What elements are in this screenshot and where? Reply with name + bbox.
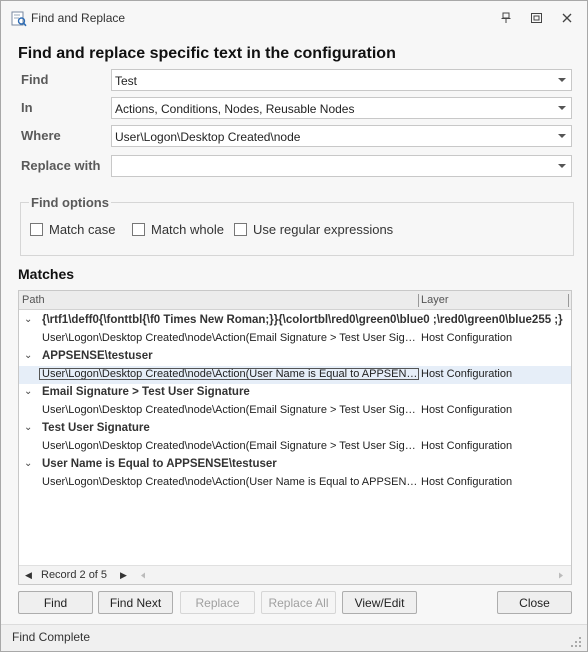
status-text: Find Complete [12,630,91,644]
match-whole-checkbox[interactable]: Match whole [132,222,224,237]
chevron-down-icon[interactable]: ⌄ [24,458,32,469]
record-navigator: ◀ Record 2 of 5 ▶ [19,565,571,584]
column-header-path[interactable]: Path [22,294,45,306]
checkbox-box[interactable] [30,223,43,236]
replace-dropdown-button[interactable] [553,156,571,176]
size-grip-icon[interactable] [571,637,581,647]
grid-header: Path Layer [19,291,571,310]
find-options-title: Find options [29,195,111,210]
close-button[interactable]: Close [497,591,572,614]
chevron-down-icon [558,134,566,138]
group-row[interactable]: ⌄ Test User Signature [19,420,571,438]
table-row-selected[interactable]: User\Logon\Desktop Created\node\Action(U… [19,366,571,384]
row-layer: Host Configuration [421,332,513,344]
title-bar: Find and Replace [1,1,587,35]
find-replace-window: Find and Replace Find and replace specif… [0,0,588,652]
replace-button[interactable]: Replace [180,591,255,614]
row-layer: Host Configuration [421,368,513,380]
group-row[interactable]: ⌄ {\rtf1\deff0{\fonttbl{\f0 Times New Ro… [19,312,571,330]
group-text: APPSENSE\testuser [42,350,153,362]
row-path: User\Logon\Desktop Created\node\Action(E… [42,440,418,452]
column-separator[interactable] [568,294,569,307]
find-next-button[interactable]: Find Next [98,591,173,614]
replace-with-combo[interactable] [111,155,572,177]
match-whole-label: Match whole [151,222,224,237]
row-layer: Host Configuration [421,476,513,488]
row-layer: Host Configuration [421,404,513,416]
group-text: User Name is Equal to APPSENSE\testuser [42,458,277,470]
where-dropdown-button[interactable] [553,126,571,146]
table-row[interactable]: User\Logon\Desktop Created\node\Action(U… [19,474,571,492]
pin-button[interactable] [495,9,517,27]
find-button[interactable]: Find [18,591,93,614]
in-label: In [21,100,33,115]
column-header-layer[interactable]: Layer [421,294,449,306]
chevron-down-icon [558,164,566,168]
record-label: Record 2 of 5 [41,569,108,581]
regex-label: Use regular expressions [253,222,394,237]
chevron-down-icon[interactable]: ⌄ [24,422,32,433]
group-text: {\rtf1\deff0{\fonttbl{\f0 Times New Roma… [42,314,563,326]
nav-next-icon[interactable]: ▶ [120,570,127,581]
where-label: Where [21,128,61,143]
find-dropdown-button[interactable] [553,70,571,90]
regex-checkbox[interactable]: Use regular expressions [234,222,393,237]
page-title: Find and replace specific text in the co… [18,45,396,62]
close-window-button[interactable] [556,9,578,27]
row-path: User\Logon\Desktop Created\node\Action(E… [42,332,418,344]
in-value[interactable]: Actions, Conditions, Nodes, Reusable Nod… [115,102,354,116]
find-combo[interactable]: Test [111,69,572,91]
restore-icon [530,13,542,23]
group-row[interactable]: ⌄ Email Signature > Test User Signature [19,384,571,402]
row-layer: Host Configuration [421,440,513,452]
find-value[interactable]: Test [115,74,137,88]
in-combo[interactable]: Actions, Conditions, Nodes, Reusable Nod… [111,97,572,119]
chevron-down-icon[interactable]: ⌄ [24,350,32,361]
status-bar: Find Complete [1,624,587,651]
group-row[interactable]: ⌄ APPSENSE\testuser [19,348,571,366]
group-text: Test User Signature [42,422,150,434]
chevron-down-icon [558,78,566,82]
chevron-down-icon [558,106,566,110]
restore-button[interactable] [525,9,547,27]
pin-icon [501,12,511,23]
nav-prev-icon[interactable]: ◀ [25,570,32,581]
replace-with-label: Replace with [21,158,101,173]
where-combo[interactable]: User\Logon\Desktop Created\node [111,125,572,147]
group-row[interactable]: ⌄ User Name is Equal to APPSENSE\testuse… [19,456,571,474]
row-path: User\Logon\Desktop Created\node\Action(E… [42,404,418,416]
in-dropdown-button[interactable] [553,98,571,118]
group-text: Email Signature > Test User Signature [42,386,250,398]
close-icon [562,13,572,23]
chevron-down-icon[interactable]: ⌄ [24,386,32,397]
matches-grid[interactable]: Path Layer ⌄ {\rtf1\deff0{\fonttbl{\f0 T… [18,290,572,585]
row-path: User\Logon\Desktop Created\node\Action(U… [42,476,418,488]
column-separator[interactable] [418,294,419,307]
replace-all-button[interactable]: Replace All [261,591,336,614]
view-edit-button[interactable]: View/Edit [342,591,417,614]
where-value[interactable]: User\Logon\Desktop Created\node [115,130,300,144]
checkbox-box[interactable] [132,223,145,236]
chevron-down-icon[interactable]: ⌄ [24,314,32,325]
table-row[interactable]: User\Logon\Desktop Created\node\Action(E… [19,402,571,420]
match-case-label: Match case [49,222,116,237]
horizontal-scrollbar[interactable] [137,570,567,581]
find-replace-app-icon [11,11,27,27]
match-case-checkbox[interactable]: Match case [30,222,115,237]
table-row[interactable]: User\Logon\Desktop Created\node\Action(E… [19,330,571,348]
row-path: User\Logon\Desktop Created\node\Action(U… [39,368,419,380]
window-title: Find and Replace [31,11,126,25]
table-row[interactable]: User\Logon\Desktop Created\node\Action(E… [19,438,571,456]
find-label: Find [21,72,49,87]
checkbox-box[interactable] [234,223,247,236]
matches-title: Matches [18,266,75,282]
